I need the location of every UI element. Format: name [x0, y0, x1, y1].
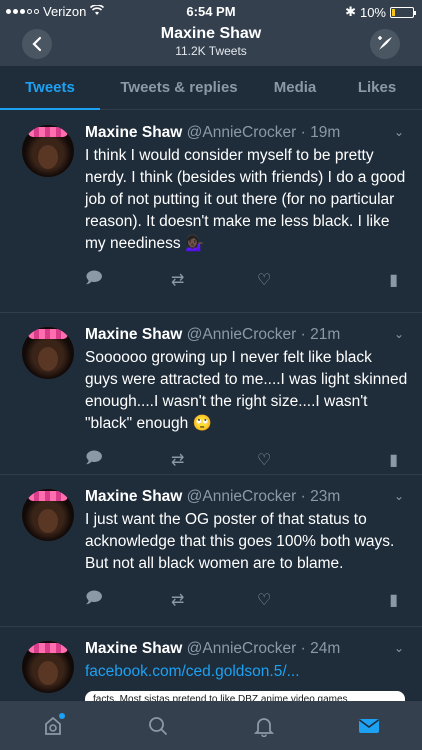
retweet-icon[interactable]: ⇄ [171, 270, 257, 290]
chevron-down-icon[interactable]: ⌄ [394, 125, 404, 139]
heart-icon[interactable]: ♡ [257, 450, 343, 470]
analytics-icon[interactable]: ▮ [389, 270, 398, 290]
reply-icon[interactable]: 🗩 [85, 447, 171, 474]
nav-search[interactable] [138, 706, 178, 746]
profile-tabs: Tweets Tweets & replies Media Likes [0, 66, 422, 110]
tweet-link[interactable]: facebook.com/ced.goldson.5/... [85, 661, 408, 683]
tweet-time: · 19m [300, 124, 341, 141]
tweet-text: I just want the OG poster of that status… [85, 511, 395, 572]
tweet[interactable]: ⌄ Maxine Shaw @AnnieCrocker · 24m facebo… [0, 627, 422, 701]
tab-media[interactable]: Media [258, 66, 332, 109]
heart-icon[interactable]: ♡ [257, 270, 343, 290]
avatar[interactable] [22, 641, 74, 693]
tweet-time: · 21m [300, 326, 341, 343]
tweet-handle: @AnnieCrocker [186, 488, 297, 505]
bluetooth-icon: ✱ [345, 4, 356, 19]
tweet-author-name[interactable]: Maxine Shaw [85, 488, 182, 505]
tab-likes[interactable]: Likes [332, 66, 422, 109]
avatar[interactable] [22, 489, 74, 541]
retweet-icon[interactable]: ⇄ [171, 450, 257, 470]
tweet-time: · 24m [300, 640, 341, 657]
tweet-time: · 23m [300, 488, 341, 505]
reply-icon[interactable]: 🗩 [85, 267, 171, 294]
notification-dot [58, 712, 65, 719]
tweet-handle: @AnnieCrocker [186, 326, 297, 343]
tweet-text: I think I would consider myself to be pr… [85, 147, 406, 252]
search-icon [149, 716, 168, 735]
mail-icon [359, 718, 380, 733]
tweet[interactable]: ⌄ Maxine Shaw @AnnieCrocker · 23m I just… [0, 475, 422, 627]
avatar[interactable] [22, 327, 74, 379]
avatar[interactable] [22, 125, 74, 177]
status-bar: Verizon 6:54 PM ✱ 10% [0, 0, 422, 22]
link-preview-card[interactable]: facts. Most sistas pretend to like DBZ a… [85, 691, 405, 701]
tweet-author-name[interactable]: Maxine Shaw [85, 124, 182, 141]
tweet-count: 11.2K Tweets [175, 44, 247, 58]
chevron-down-icon[interactable]: ⌄ [394, 641, 404, 655]
retweet-icon[interactable]: ⇄ [171, 590, 257, 610]
reply-icon[interactable]: 🗩 [85, 587, 171, 614]
compose-icon [378, 36, 392, 50]
tweet[interactable]: ⌄ Maxine Shaw @AnnieCrocker · 19m I thin… [0, 111, 422, 313]
tweet-text: Soooooo growing up I never felt like bla… [85, 349, 408, 432]
tab-tweets-replies[interactable]: Tweets & replies [100, 66, 258, 109]
tweet-handle: @AnnieCrocker [186, 124, 297, 141]
compose-button[interactable] [370, 29, 400, 59]
tweet-handle: @AnnieCrocker [186, 640, 297, 657]
chevron-down-icon[interactable]: ⌄ [394, 327, 404, 341]
tweet-author-name[interactable]: Maxine Shaw [85, 640, 182, 657]
tab-tweets[interactable]: Tweets [0, 66, 100, 110]
tweet-feed[interactable]: ⌄ Maxine Shaw @AnnieCrocker · 19m I thin… [0, 111, 422, 701]
nav-notifications[interactable] [244, 706, 284, 746]
app-header: Verizon 6:54 PM ✱ 10% Maxine Shaw 11.2K … [0, 0, 422, 66]
heart-icon[interactable]: ♡ [257, 590, 343, 610]
profile-title: Maxine Shaw [160, 25, 262, 42]
analytics-icon[interactable]: ▮ [389, 450, 398, 470]
nav-home[interactable] [33, 706, 73, 746]
nav-messages[interactable] [349, 706, 389, 746]
bell-icon [253, 717, 274, 737]
tweet[interactable]: ⌄ Maxine Shaw @AnnieCrocker · 21m Sooooo… [0, 313, 422, 475]
analytics-icon[interactable]: ▮ [389, 590, 398, 610]
battery-icon [390, 6, 416, 18]
bottom-nav [0, 701, 422, 750]
battery-label: 10% [359, 4, 386, 20]
chevron-down-icon[interactable]: ⌄ [394, 489, 404, 503]
tweet-author-name[interactable]: Maxine Shaw [85, 326, 182, 343]
